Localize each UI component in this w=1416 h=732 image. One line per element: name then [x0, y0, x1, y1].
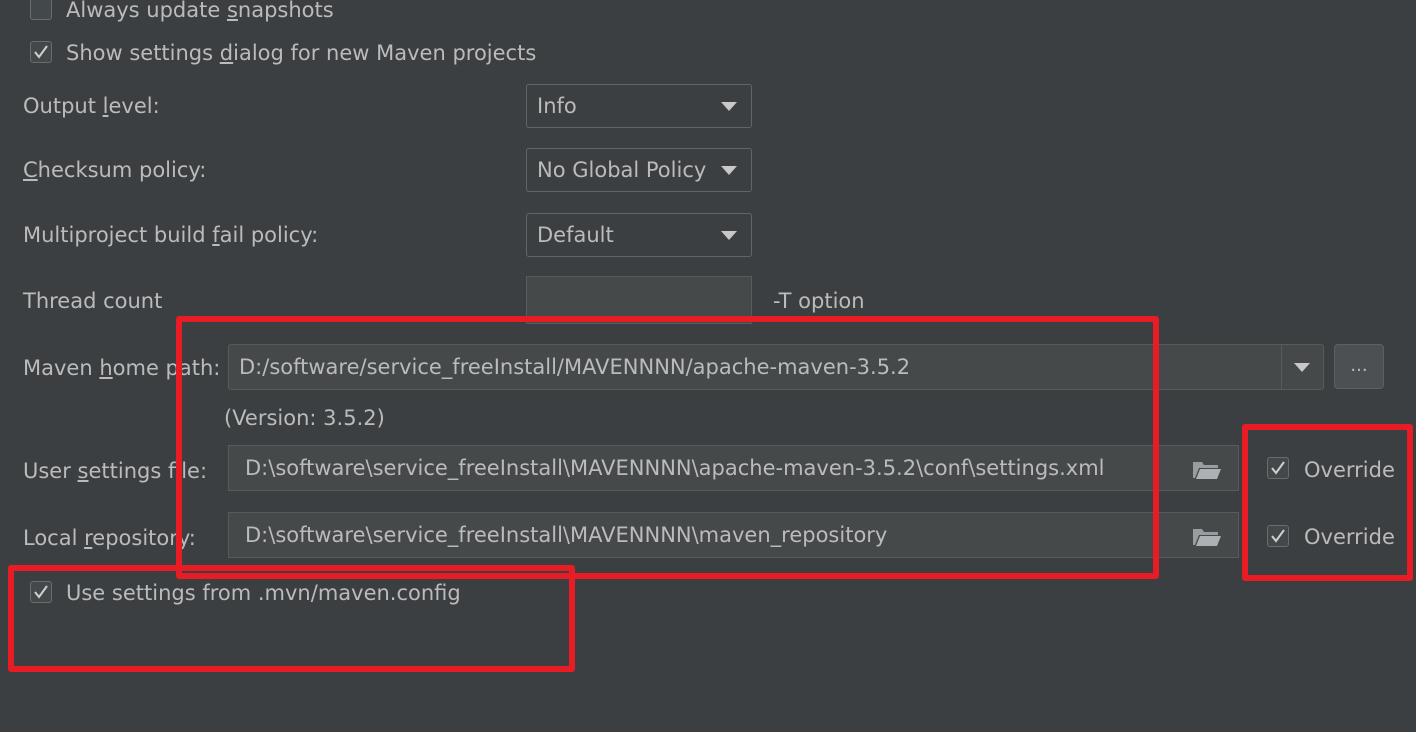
- chevron-down-icon: [721, 102, 737, 111]
- combo-divider: [1281, 345, 1282, 389]
- chevron-down-icon[interactable]: [1294, 363, 1310, 372]
- always-update-snapshots-label: Always update snapshots: [66, 0, 334, 22]
- thread-count-suffix: -T option: [773, 289, 865, 313]
- folder-icon[interactable]: [1192, 527, 1222, 547]
- output-level-select[interactable]: Info: [526, 84, 752, 128]
- local-repository-label: Local repository:: [23, 526, 196, 550]
- show-settings-dialog-label: Show settings dialog for new Maven proje…: [66, 41, 537, 65]
- output-level-label: Output level:: [23, 94, 160, 118]
- checkmark-icon: [34, 45, 48, 59]
- browse-maven-home-button[interactable]: ...: [1334, 344, 1384, 389]
- thread-count-label: Thread count: [23, 289, 163, 313]
- highlight-box-mvn-config: [8, 565, 575, 672]
- checksum-policy-label: Checksum policy:: [23, 158, 207, 182]
- maven-settings-panel: Always update snapshots Show settings di…: [0, 0, 1416, 732]
- always-update-snapshots-checkbox[interactable]: [30, 0, 52, 20]
- show-settings-dialog-checkbox[interactable]: [30, 41, 52, 63]
- chevron-down-icon: [721, 166, 737, 175]
- chevron-down-icon: [721, 231, 737, 240]
- output-level-value: Info: [537, 94, 577, 118]
- multiproject-fail-policy-select[interactable]: Default: [526, 213, 752, 257]
- folder-icon[interactable]: [1192, 460, 1222, 480]
- multiproject-fail-policy-label: Multiproject build fail policy:: [23, 223, 319, 247]
- checksum-policy-value: No Global Policy: [537, 158, 707, 182]
- multiproject-fail-policy-value: Default: [537, 223, 614, 247]
- checksum-policy-select[interactable]: No Global Policy: [526, 148, 752, 192]
- highlight-box-overrides: [1242, 424, 1413, 581]
- highlight-box-paths: [176, 316, 1159, 579]
